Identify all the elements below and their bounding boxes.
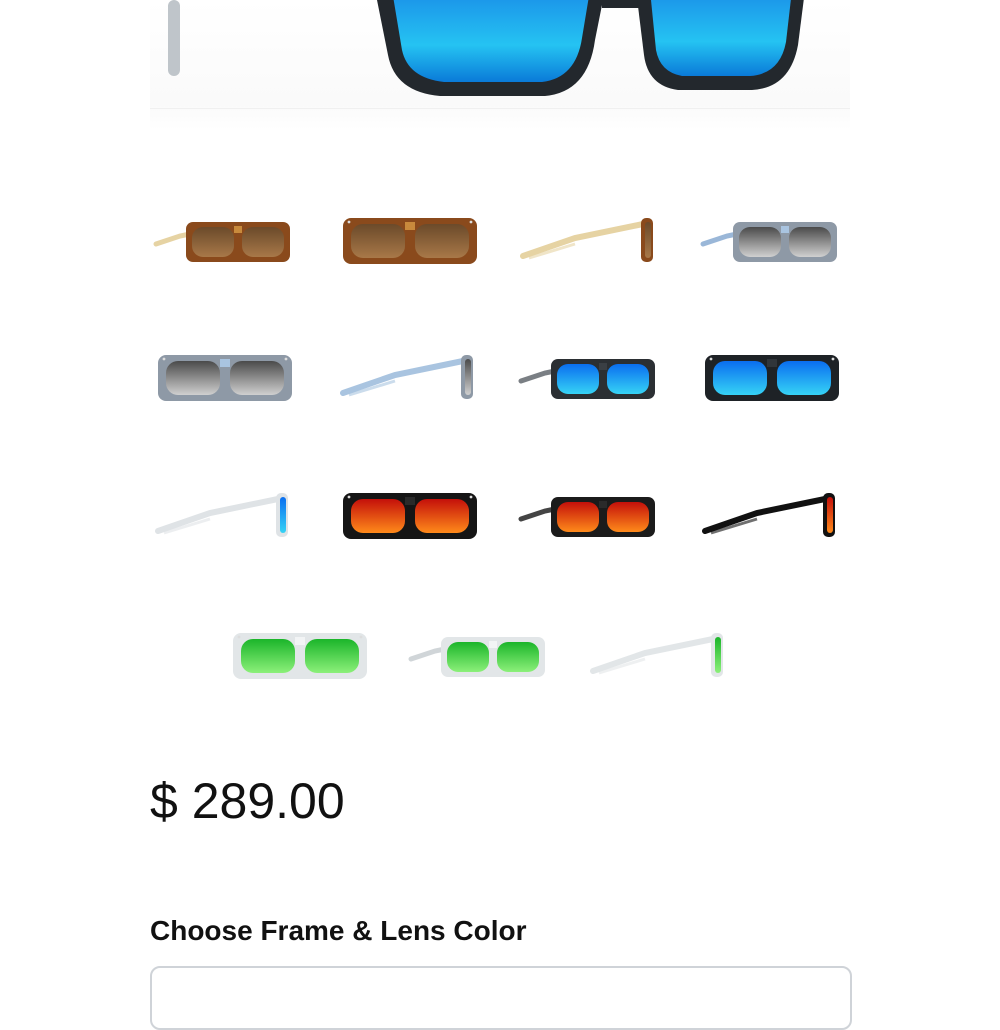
sunglasses-thumbnail-image bbox=[705, 355, 839, 401]
sunglasses-thumbnail-image bbox=[518, 359, 655, 399]
sunglasses-thumbnail-image bbox=[408, 637, 545, 677]
thumb-grey-blue-front[interactable] bbox=[150, 337, 300, 417]
sunglasses-thumbnail-image bbox=[343, 218, 477, 264]
thumb-clear-green-three-quarter[interactable] bbox=[405, 615, 555, 695]
product-hero-image bbox=[150, 0, 850, 130]
price: $ 289.00 bbox=[150, 773, 345, 829]
thumb-black-red-three-quarter[interactable] bbox=[515, 475, 665, 555]
sunglasses-thumbnail-image bbox=[340, 355, 473, 399]
sunglasses-thumbnail-image bbox=[153, 222, 290, 262]
thumb-tortoise-front[interactable] bbox=[335, 200, 485, 280]
sunglasses-thumbnail-image bbox=[155, 493, 288, 537]
thumb-tortoise-three-quarter[interactable] bbox=[150, 200, 300, 280]
sunglasses-thumbnail-image bbox=[343, 493, 477, 539]
sunglasses-thumbnail-image bbox=[590, 633, 723, 677]
choose-color-label: Choose Frame & Lens Color bbox=[150, 915, 527, 946]
thumb-black-blue-three-quarter[interactable] bbox=[515, 337, 665, 417]
thumb-clear-blue-side[interactable] bbox=[150, 475, 300, 555]
hero-sunglasses-image bbox=[150, 0, 850, 109]
sunglasses-thumbnail-image bbox=[158, 355, 292, 401]
sunglasses-thumbnail-image bbox=[233, 633, 367, 679]
sunglasses-thumbnail-image bbox=[520, 218, 653, 262]
sunglasses-thumbnail-image bbox=[518, 497, 655, 537]
thumb-clear-green-side[interactable] bbox=[585, 615, 735, 695]
sunglasses-thumbnail-image bbox=[700, 222, 837, 262]
sunglasses-thumbnail-image bbox=[702, 493, 835, 537]
thumb-black-red-front[interactable] bbox=[335, 475, 485, 555]
frame-lens-color-select[interactable] bbox=[150, 966, 852, 1030]
thumb-black-blue-front[interactable] bbox=[697, 337, 847, 417]
thumb-grey-blue-three-quarter[interactable] bbox=[697, 200, 847, 280]
thumb-grey-blue-side[interactable] bbox=[335, 337, 485, 417]
thumb-tortoise-side[interactable] bbox=[515, 200, 665, 280]
thumb-black-red-side[interactable] bbox=[697, 475, 847, 555]
thumb-clear-green-front[interactable] bbox=[225, 615, 375, 695]
